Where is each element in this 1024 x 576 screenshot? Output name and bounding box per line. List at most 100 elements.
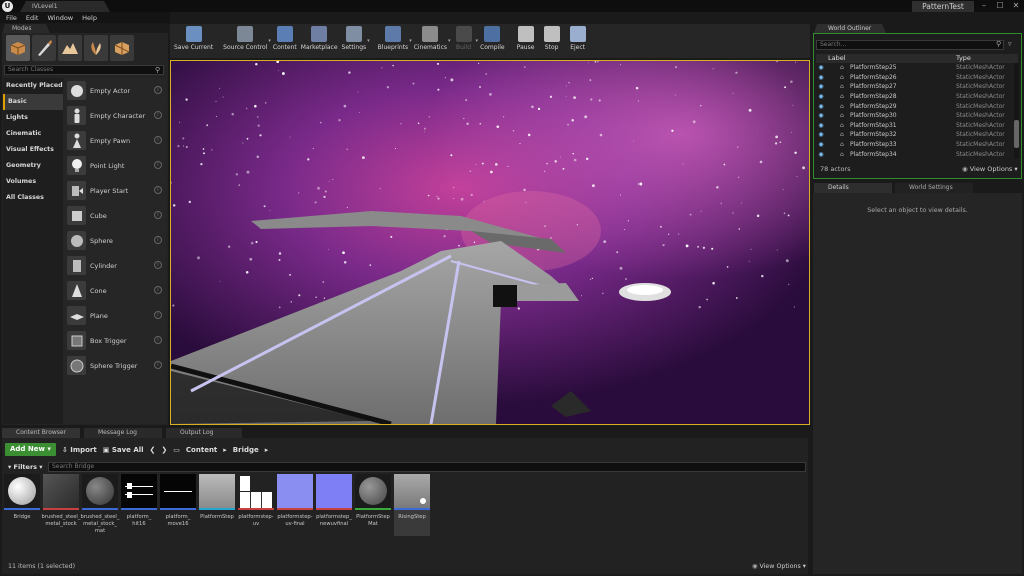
marketplace-button[interactable]: Marketplace <box>299 24 340 58</box>
details-tab[interactable]: Details <box>814 183 892 193</box>
geometry-mode-icon[interactable] <box>110 35 134 61</box>
build-button[interactable]: Build <box>451 24 477 58</box>
info-icon[interactable]: i <box>154 286 162 294</box>
actor-item[interactable]: Empty Character i <box>64 103 166 128</box>
asset-tile[interactable]: brushed_steel_ metal_stock_ mat <box>81 474 119 536</box>
search-classes-input[interactable]: Search Classes <box>4 65 164 75</box>
outliner-scroll-thumb[interactable] <box>1014 120 1019 148</box>
info-icon[interactable]: i <box>154 261 162 269</box>
visibility-eye-icon[interactable]: ◉ <box>816 131 826 138</box>
content-button[interactable]: Content <box>271 24 299 58</box>
source-control-button[interactable]: Source Control <box>221 24 269 58</box>
actor-item[interactable]: Sphere Trigger i <box>64 353 166 378</box>
label-column-header[interactable]: Label <box>826 54 956 63</box>
actor-item[interactable]: Cube i <box>64 203 166 228</box>
asset-tile[interactable]: platform_ move16 <box>160 474 196 536</box>
info-icon[interactable]: i <box>154 161 162 169</box>
info-icon[interactable]: i <box>154 361 162 369</box>
category-basic[interactable]: Basic <box>3 94 63 110</box>
type-column-header[interactable]: Type <box>956 54 971 63</box>
visibility-eye-icon[interactable]: ◉ <box>816 93 826 100</box>
maximize-button[interactable]: ☐ <box>992 0 1008 12</box>
visibility-eye-icon[interactable]: ◉ <box>816 112 826 119</box>
asset-tile[interactable]: Bridge <box>4 474 40 536</box>
save-current-button[interactable]: Save Current <box>172 24 215 58</box>
visibility-eye-icon[interactable]: ◉ <box>816 74 826 81</box>
info-icon[interactable]: i <box>154 86 162 94</box>
category-volumes[interactable]: Volumes <box>3 174 63 190</box>
close-button[interactable]: ✕ <box>1008 0 1024 12</box>
asset-tile[interactable]: PlatformStep Mat <box>355 474 391 536</box>
outliner-row[interactable]: ◉ ⌂ PlatformStep31 StaticMeshActor <box>816 121 1014 131</box>
outliner-row[interactable]: ◉ ⌂ PlatformStep25 StaticMeshActor <box>816 63 1014 73</box>
info-icon[interactable]: i <box>154 111 162 119</box>
outliner-row[interactable]: ◉ ⌂ PlatformStep27 StaticMeshActor <box>816 82 1014 92</box>
compile-button[interactable]: Compile <box>478 24 507 58</box>
category-lights[interactable]: Lights <box>3 110 63 126</box>
filter-icon[interactable]: ▿ <box>1008 40 1018 50</box>
visibility-eye-icon[interactable]: ◉ <box>816 103 826 110</box>
content-view-options[interactable]: ◉ View Options ▾ <box>752 563 806 570</box>
info-icon[interactable]: i <box>154 236 162 244</box>
actor-item[interactable]: Player Start i <box>64 178 166 203</box>
visibility-eye-icon[interactable]: ◉ <box>816 151 826 158</box>
level-viewport[interactable] <box>170 60 810 425</box>
outliner-row[interactable]: ◉ ⌂ PlatformStep29 StaticMeshActor <box>816 101 1014 111</box>
import-button[interactable]: ⇩ Import <box>62 446 97 454</box>
category-cinematic[interactable]: Cinematic <box>3 126 63 142</box>
foliage-mode-icon[interactable] <box>84 35 108 61</box>
outliner-search-input[interactable]: Search... <box>816 40 1004 50</box>
breadcrumb-content[interactable]: Content <box>186 446 217 454</box>
menu-help[interactable]: Help <box>82 14 97 22</box>
asset-tile[interactable]: brushed_steel_ metal_stock <box>42 474 80 536</box>
outliner-view-options[interactable]: ◉ View Options ▾ <box>962 165 1018 173</box>
visibility-eye-icon[interactable]: ◉ <box>816 141 826 148</box>
tab-message-log[interactable]: Message Log <box>84 428 162 438</box>
info-icon[interactable]: i <box>154 186 162 194</box>
place-mode-icon[interactable] <box>6 35 30 61</box>
visibility-eye-icon[interactable]: ◉ <box>816 122 826 129</box>
menu-file[interactable]: File <box>6 14 17 22</box>
world-settings-tab[interactable]: World Settings <box>895 183 973 193</box>
forward-arrow-icon[interactable]: ❯ <box>161 446 167 454</box>
actor-item[interactable]: Empty Actor i <box>64 78 166 103</box>
tab-content-browser[interactable]: Content Browser <box>2 428 80 438</box>
actor-item[interactable]: Sphere i <box>64 228 166 253</box>
menu-window[interactable]: Window <box>47 14 73 22</box>
info-icon[interactable]: i <box>154 311 162 319</box>
eject-button[interactable]: Eject <box>565 24 591 58</box>
actor-item[interactable]: Box Trigger i <box>64 328 166 353</box>
asset-tile[interactable]: RisingStep <box>394 474 430 536</box>
category-all-classes[interactable]: All Classes <box>3 190 63 206</box>
info-icon[interactable]: i <box>154 336 162 344</box>
actor-item[interactable]: Cone i <box>64 278 166 303</box>
outliner-row[interactable]: ◉ ⌂ PlatformStep33 StaticMeshActor <box>816 140 1014 150</box>
asset-search-input[interactable]: Search Bridge <box>48 461 806 472</box>
minimize-button[interactable]: – <box>976 0 992 12</box>
landscape-mode-icon[interactable] <box>58 35 82 61</box>
category-recently-placed[interactable]: Recently Placed <box>3 78 63 94</box>
actor-item[interactable]: Cylinder i <box>64 253 166 278</box>
paint-mode-icon[interactable] <box>32 35 56 61</box>
level-tab[interactable]: IVLevel1 <box>20 1 110 12</box>
asset-tile[interactable]: platformstep_ newuvfinal <box>316 474 352 536</box>
world-outliner-tab[interactable]: World Outliner <box>814 24 886 33</box>
asset-tile[interactable]: platformstep- uv <box>238 474 274 536</box>
info-icon[interactable]: i <box>154 136 162 144</box>
asset-tile[interactable]: PlatformStep <box>199 474 235 536</box>
pause-button[interactable]: Pause <box>513 24 539 58</box>
outliner-row[interactable]: ◉ ⌂ PlatformStep32 StaticMeshActor <box>816 130 1014 140</box>
outliner-row[interactable]: ◉ ⌂ PlatformStep30 StaticMeshActor <box>816 111 1014 121</box>
category-visual-effects[interactable]: Visual Effects <box>3 142 63 158</box>
tab-output-log[interactable]: Output Log <box>166 428 242 438</box>
outliner-row[interactable]: ◉ ⌂ PlatformStep26 StaticMeshActor <box>816 73 1014 83</box>
back-arrow-icon[interactable]: ❮ <box>150 446 156 454</box>
asset-tile[interactable]: platformstep- uv-final <box>277 474 313 536</box>
outliner-row[interactable]: ◉ ⌂ PlatformStep28 StaticMeshActor <box>816 92 1014 102</box>
actor-item[interactable]: Point Light i <box>64 153 166 178</box>
breadcrumb-bridge[interactable]: Bridge <box>233 446 259 454</box>
outliner-row[interactable]: ◉ ⌂ PlatformStep34 StaticMeshActor <box>816 149 1014 159</box>
stop-button[interactable]: Stop <box>539 24 565 58</box>
modes-tab[interactable]: Modes <box>2 24 50 33</box>
menu-edit[interactable]: Edit <box>26 14 39 22</box>
